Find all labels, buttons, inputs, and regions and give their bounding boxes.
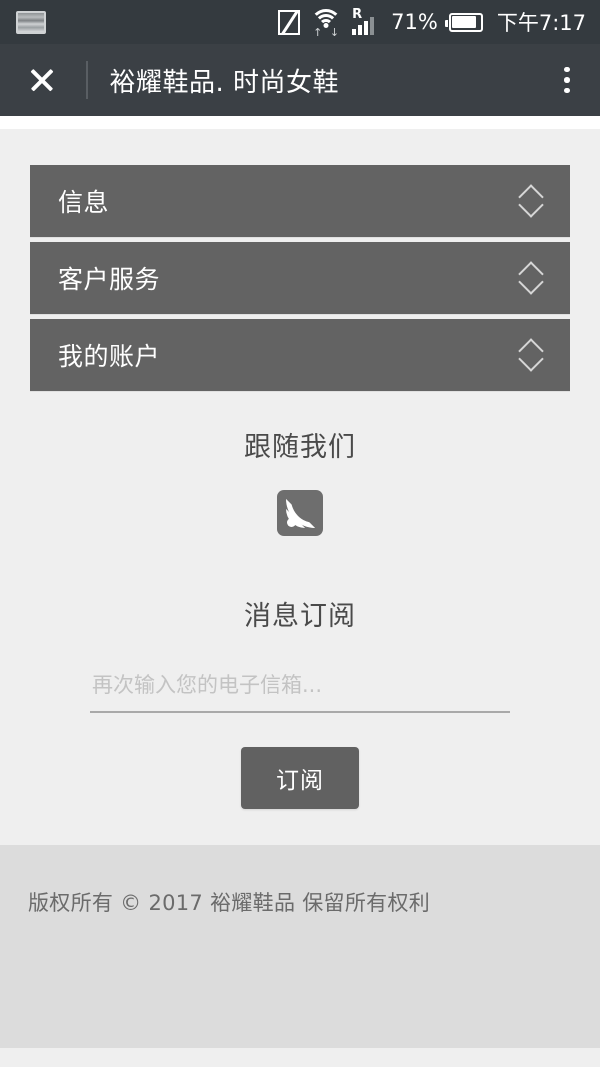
copyright-text: 版权所有 © 2017 裕耀鞋品 保留所有权利 bbox=[28, 891, 431, 915]
subscribe-button[interactable]: 订阅 bbox=[241, 747, 359, 809]
status-bar-right: ↑ ↓ R 71% 下午7:17 bbox=[278, 7, 586, 39]
accordion-list: 信息 客户服务 我的账户 bbox=[0, 165, 600, 391]
rss-icon[interactable] bbox=[277, 490, 323, 536]
chevron-up-down-icon[interactable] bbox=[518, 338, 544, 372]
close-icon[interactable] bbox=[22, 60, 62, 100]
status-bar: ↑ ↓ R 71% 下午7:17 bbox=[0, 0, 600, 44]
accordion-item-my-account[interactable]: 我的账户 bbox=[30, 319, 570, 391]
page-title: 裕耀鞋品. 时尚女鞋 bbox=[109, 67, 340, 98]
newsletter-heading: 消息订阅 bbox=[244, 601, 356, 632]
follow-us-heading: 跟随我们 bbox=[244, 432, 356, 463]
accordion-item-label: 我的账户 bbox=[58, 342, 161, 371]
chevron-up-down-icon[interactable] bbox=[518, 261, 544, 295]
email-field[interactable] bbox=[90, 673, 510, 713]
subscribe-row: 订阅 bbox=[0, 747, 600, 809]
battery-fill bbox=[452, 16, 476, 28]
accordion-item-information[interactable]: 信息 bbox=[30, 165, 570, 237]
accordion-item-label: 客户服务 bbox=[58, 265, 161, 294]
wifi-upload-arrow-icon: ↑ bbox=[313, 26, 323, 39]
cellular-signal-icon: R bbox=[352, 7, 380, 35]
nfc-icon bbox=[278, 9, 301, 35]
accordion-item-customer-service[interactable]: 客户服务 bbox=[30, 242, 570, 314]
accordion-item-label: 信息 bbox=[58, 188, 110, 217]
newsletter-section: 消息订阅 订阅 bbox=[0, 594, 600, 809]
main-content: 信息 客户服务 我的账户 跟随我们 消息订阅 再次输入您的电子信箱... 订阅 bbox=[0, 129, 600, 809]
page-bottom-strip bbox=[0, 1048, 600, 1067]
signal-bar-2 bbox=[358, 25, 363, 35]
chevron-up-down-icon[interactable] bbox=[518, 184, 544, 218]
header-divider bbox=[86, 61, 88, 99]
battery-percentage: 71% bbox=[391, 10, 438, 34]
overflow-dot-1 bbox=[564, 66, 570, 73]
more-options-icon[interactable] bbox=[550, 58, 584, 102]
overflow-dot-2 bbox=[564, 77, 570, 83]
status-bar-clock: 下午7:17 bbox=[496, 11, 586, 35]
app-header: 裕耀鞋品. 时尚女鞋 bbox=[0, 44, 600, 116]
social-links-row bbox=[0, 490, 600, 536]
signal-bar-1 bbox=[352, 29, 357, 35]
header-bottom-gap bbox=[0, 116, 600, 129]
signal-bar-4 bbox=[370, 17, 375, 35]
follow-us-section: 跟随我们 bbox=[0, 425, 600, 536]
status-bar-left bbox=[16, 10, 278, 34]
screenshot-notification-icon bbox=[16, 10, 46, 34]
signal-bar-3 bbox=[364, 21, 369, 35]
roaming-indicator: R bbox=[352, 7, 363, 22]
footer: 版权所有 © 2017 裕耀鞋品 保留所有权利 bbox=[0, 845, 600, 1048]
wifi-download-arrow-icon: ↓ bbox=[329, 26, 340, 39]
overflow-dot-3 bbox=[564, 87, 570, 94]
newsletter-form bbox=[0, 673, 600, 713]
wifi-icon: ↑ ↓ bbox=[310, 9, 343, 39]
battery-icon bbox=[444, 12, 483, 32]
wifi-dot bbox=[323, 23, 329, 28]
